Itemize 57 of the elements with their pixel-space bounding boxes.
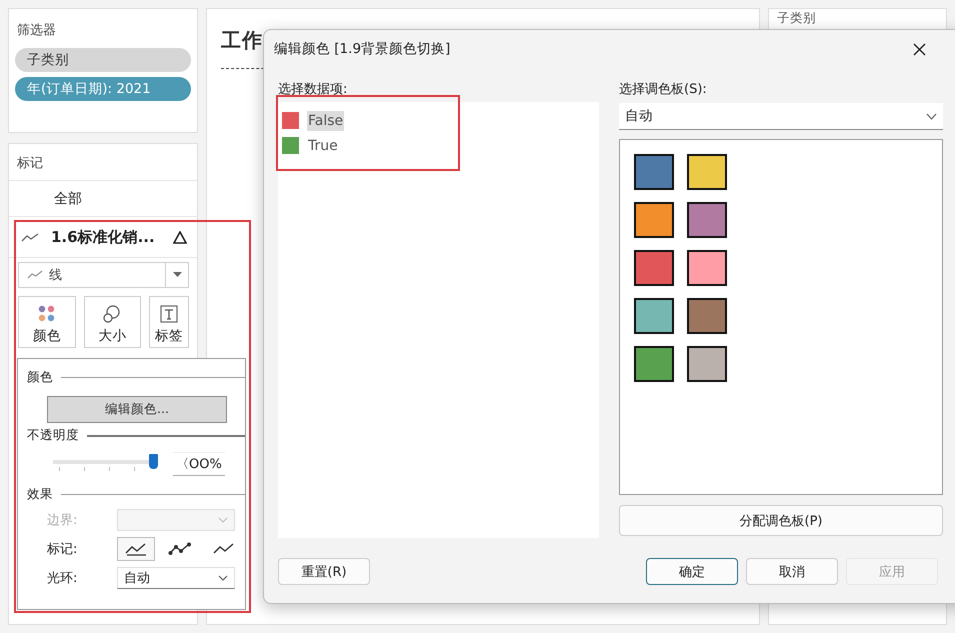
circles-icon — [102, 305, 122, 323]
section-title: 效果 — [27, 486, 53, 503]
line-icon — [27, 270, 43, 280]
marks-title: 标记 — [9, 144, 197, 181]
edit-colors-button[interactable]: 编辑颜色... — [47, 396, 227, 423]
dialog-button[interactable]: 重置(R) — [278, 558, 370, 585]
palette-label: 选择调色板(S): — [619, 81, 708, 98]
marker-option[interactable] — [117, 537, 155, 561]
legend-title: 子类别 — [777, 10, 816, 25]
chevron-down-icon — [218, 575, 228, 581]
halo-dropdown[interactable]: 自动 — [117, 567, 235, 589]
palette-swatch[interactable] — [634, 202, 674, 238]
line-dots-icon — [168, 542, 192, 556]
text-box-icon — [160, 305, 178, 323]
mark-type-dropdown[interactable]: 线 — [18, 262, 189, 288]
section-title: 不透明度 — [27, 427, 79, 444]
mark-property-button[interactable]: 标签 — [149, 296, 189, 348]
palette-swatch[interactable] — [634, 346, 674, 382]
palette-swatch[interactable] — [687, 298, 727, 334]
assign-palette-button[interactable]: 分配调色板(P) — [619, 505, 943, 536]
dialog-button[interactable]: 取消 — [746, 558, 838, 585]
color-dots-icon — [38, 305, 56, 323]
chevron-down-icon — [926, 112, 937, 120]
data-item[interactable]: True — [307, 136, 339, 156]
palette-swatch[interactable] — [634, 298, 674, 334]
marker-label: 标记: — [46, 541, 78, 558]
filters-title: 筛选器 — [17, 22, 57, 39]
close-icon[interactable] — [913, 42, 926, 56]
mark-property-button[interactable]: 颜色 — [18, 296, 76, 348]
data-item[interactable]: False — [307, 110, 344, 130]
mark-property-button[interactable]: 大小 — [84, 296, 142, 348]
dialog-button[interactable]: 确定 — [646, 558, 738, 585]
opacity-value-field[interactable]: 〈OO% — [173, 452, 225, 476]
palette-swatch[interactable] — [687, 202, 727, 238]
line-icon — [212, 542, 236, 556]
mark-type-value: 线 — [49, 267, 63, 284]
palette-swatch[interactable] — [687, 346, 727, 382]
data-items-label: 选择数据项: — [278, 81, 348, 98]
section-title: 颜色 — [27, 369, 53, 386]
line-underline-icon — [124, 542, 148, 556]
worksheet-title: 工作 — [221, 28, 263, 52]
chevron-down-icon — [218, 517, 228, 523]
border-label: 边界: — [46, 512, 78, 529]
palette-swatch[interactable] — [634, 154, 674, 190]
dropdown-arrow-icon — [172, 272, 182, 278]
halo-label: 光环: — [46, 570, 78, 587]
palette-swatch[interactable] — [634, 250, 674, 286]
palette-swatch[interactable] — [687, 154, 727, 190]
palette-dropdown[interactable]: 自动 — [619, 103, 943, 130]
dialog-title: 编辑颜色 [1.9背景颜色切换] — [274, 40, 450, 58]
slider-thumb[interactable] — [149, 454, 158, 469]
line-icon — [21, 232, 39, 242]
filter-pill[interactable]: 子类别 — [15, 48, 191, 72]
layer-title[interactable]: 1.6标准化销... — [47, 228, 165, 247]
all-marks-tab[interactable]: 全部 — [54, 191, 82, 207]
triangle-icon[interactable] — [173, 231, 187, 244]
palette-swatch[interactable] — [687, 250, 727, 286]
